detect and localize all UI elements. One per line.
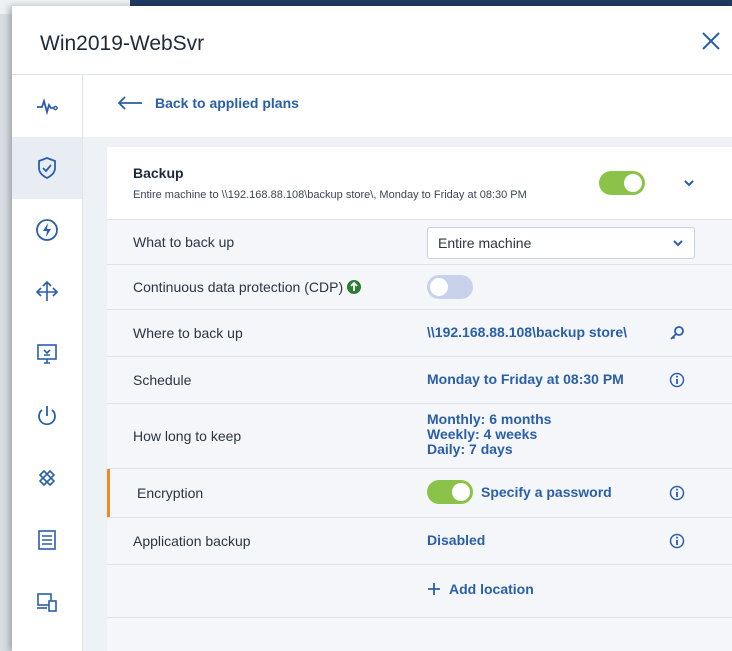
info-icon[interactable] [669, 533, 685, 549]
sidebar-item-patch[interactable] [12, 447, 82, 509]
sidebar-item-disaster-recovery[interactable] [12, 199, 82, 261]
lightning-icon [36, 219, 58, 241]
retention-label: How long to keep [133, 428, 242, 444]
where-to-back-up-link[interactable]: \\192.168.88.108\backup store\ [427, 325, 627, 340]
close-icon[interactable] [700, 30, 722, 52]
what-to-back-up-value: Entire machine [438, 235, 532, 251]
add-location-button[interactable]: Add location [427, 581, 534, 597]
chevron-down-icon[interactable] [682, 176, 696, 190]
sidebar [12, 75, 83, 651]
backup-plan-title: Backup [133, 165, 184, 181]
cdp-label: Continuous data protection (CDP) [133, 279, 344, 295]
backup-enabled-toggle[interactable] [599, 171, 645, 195]
retention-link[interactable]: Monthly: 6 months Weekly: 4 weeks Daily:… [427, 412, 551, 457]
application-backup-label: Application backup [133, 533, 251, 549]
report-icon [38, 530, 56, 550]
back-navigation-bar: Back to applied plans [83, 75, 732, 137]
row-encryption: Encryption Specify a password [107, 469, 732, 518]
cdp-toggle[interactable] [427, 275, 473, 299]
schedule-label: Schedule [133, 372, 192, 388]
devices-icon [37, 593, 57, 612]
sidebar-item-remote-desktop[interactable] [12, 323, 82, 385]
sidebar-item-devices[interactable] [12, 571, 82, 633]
retention-daily: Daily: 7 days [427, 441, 513, 457]
specify-password-link[interactable]: Specify a password [481, 485, 612, 500]
plus-icon [428, 583, 440, 595]
sidebar-item-power[interactable] [12, 385, 82, 447]
panel-header: Win2019-WebSvr [12, 6, 732, 75]
upgrade-arrow-icon [347, 280, 362, 294]
bandage-icon [38, 469, 56, 487]
row-what-to-back-up: What to back up Entire machine [107, 220, 732, 265]
row-application-backup: Application backup Disabled [107, 518, 732, 565]
panel-title: Win2019-WebSvr [40, 32, 205, 55]
info-icon[interactable] [669, 485, 685, 501]
highlight-marker [107, 469, 110, 517]
machine-details-panel: Win2019-WebSvr Back to applied plans Bac… [12, 6, 732, 651]
backup-plan-card: Backup Entire machine to \\192.168.88.10… [107, 147, 732, 651]
cdp-label-wrap: Continuous data protection (CDP) [133, 279, 362, 295]
key-icon[interactable] [669, 325, 685, 341]
retention-monthly: Monthly: 6 months [427, 411, 552, 427]
row-add-location: Add location [107, 565, 732, 618]
pulse-icon [37, 97, 58, 116]
arrow-left-icon [117, 96, 142, 110]
what-to-back-up-select[interactable]: Entire machine [427, 227, 695, 259]
sidebar-item-protection[interactable] [12, 137, 82, 199]
add-location-label: Add location [449, 581, 534, 597]
main-content: Back to applied plans Backup Entire mach… [83, 75, 732, 651]
info-icon[interactable] [669, 372, 685, 388]
schedule-link[interactable]: Monday to Friday at 08:30 PM [427, 372, 624, 387]
back-to-plans-link[interactable]: Back to applied plans [117, 95, 299, 111]
row-schedule: Schedule Monday to Friday at 08:30 PM [107, 357, 732, 404]
row-retention: How long to keep Monthly: 6 months Weekl… [107, 404, 732, 469]
encryption-label: Encryption [137, 485, 204, 501]
application-backup-link[interactable]: Disabled [427, 533, 485, 548]
backup-plan-summary: Entire machine to \\192.168.88.108\backu… [133, 189, 527, 201]
remote-desktop-icon [37, 344, 57, 364]
chevron-down-icon [673, 240, 683, 247]
sidebar-item-network[interactable] [12, 261, 82, 323]
row-cdp: Continuous data protection (CDP) [107, 265, 732, 310]
backup-plan-header: Backup Entire machine to \\192.168.88.10… [107, 147, 732, 220]
retention-weekly: Weekly: 4 weeks [427, 426, 538, 442]
shield-check-icon [38, 157, 56, 180]
encryption-toggle[interactable] [427, 480, 473, 504]
what-to-back-up-label: What to back up [133, 234, 235, 250]
row-where-to-back-up: Where to back up \\192.168.88.108\backup… [107, 310, 732, 357]
sidebar-item-reports[interactable] [12, 509, 82, 571]
share-arrows-icon [35, 280, 59, 301]
sidebar-item-monitoring[interactable] [12, 75, 82, 137]
back-link-label: Back to applied plans [155, 95, 299, 111]
where-to-back-up-label: Where to back up [133, 325, 243, 341]
power-icon [38, 406, 56, 426]
